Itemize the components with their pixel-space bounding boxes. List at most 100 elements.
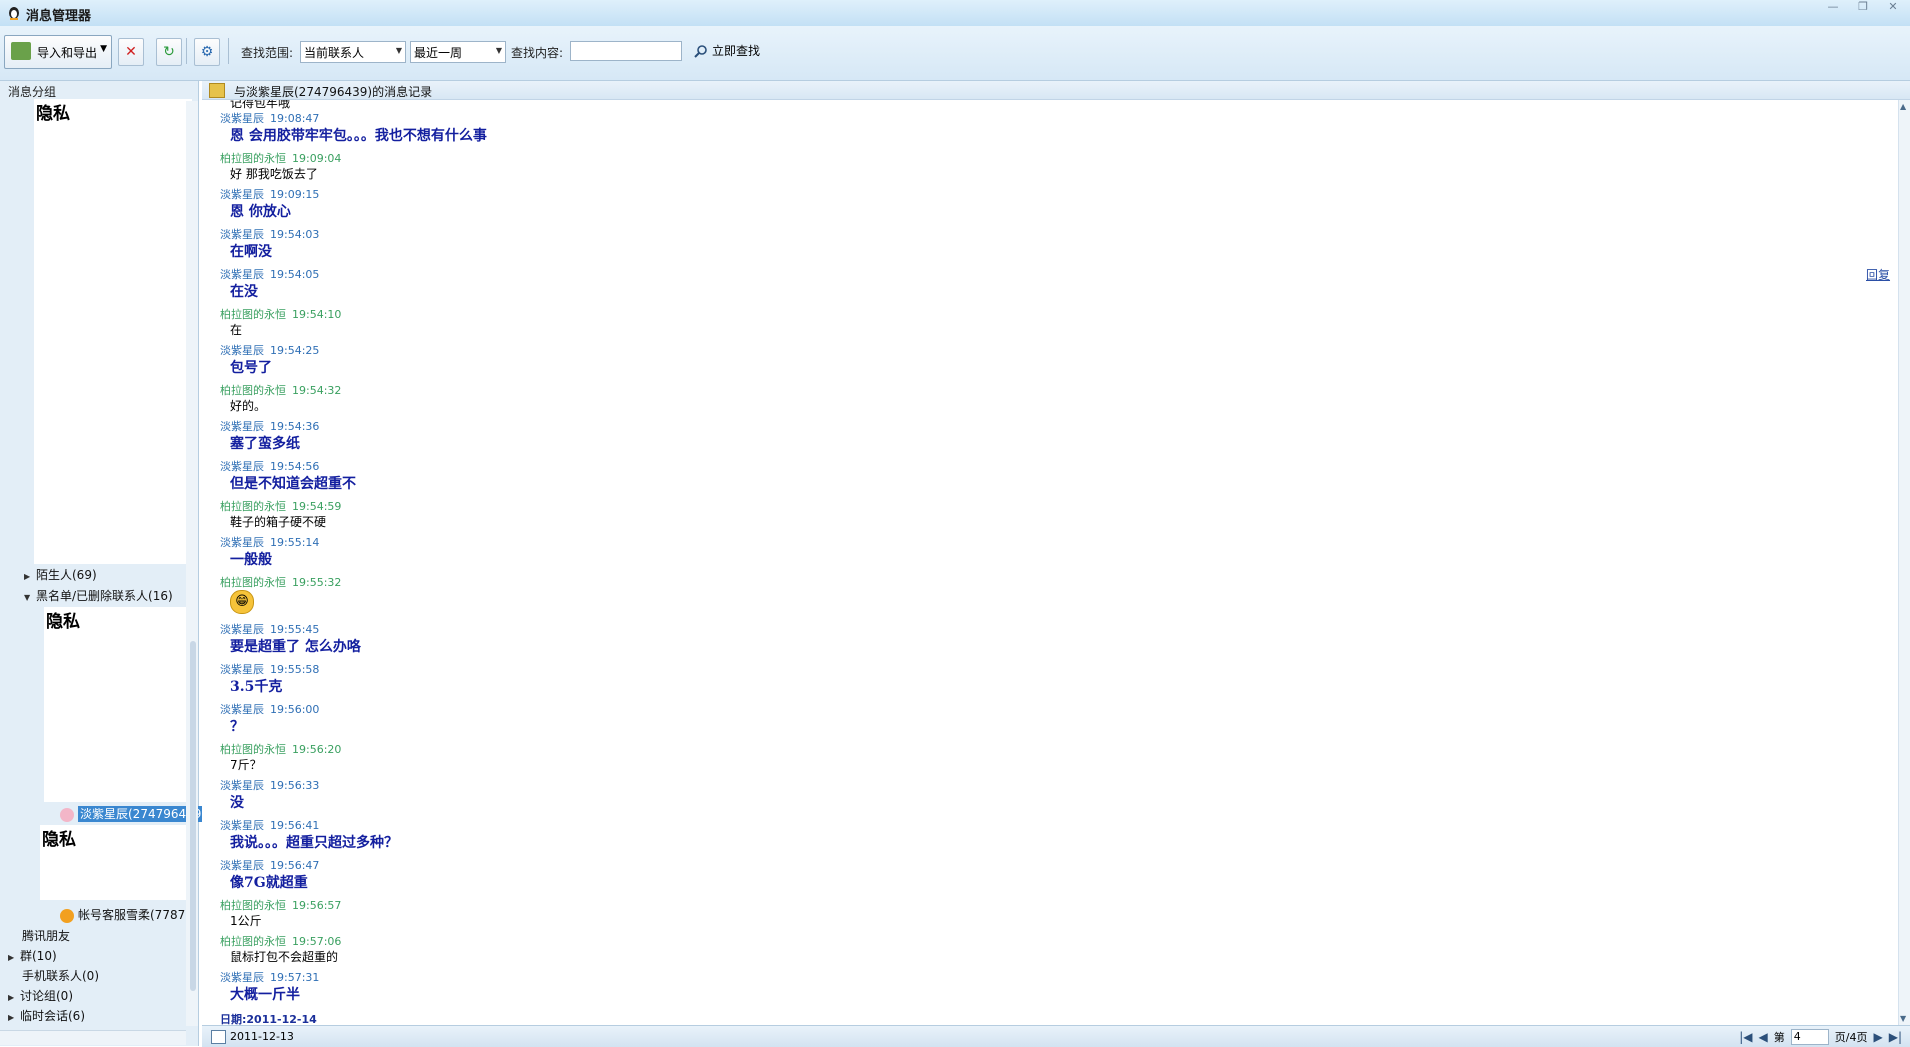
chat-record-icon <box>209 83 225 98</box>
chevron-down-icon: ▼ <box>495 46 502 55</box>
tree-label: 黑名单/已删除联系人(16) <box>36 589 173 603</box>
tree-label: 腾讯朋友 <box>22 929 71 943</box>
message-time: 19:55:58 <box>270 663 320 676</box>
tree-label: 手机联系人(0) <box>22 969 99 983</box>
privacy-label: 隐私 <box>36 104 70 124</box>
sender-name: 柏拉图的永恒 <box>220 384 286 397</box>
last-page-icon[interactable]: ▶| <box>1889 1030 1902 1044</box>
privacy-mask: 隐私 <box>44 607 194 802</box>
message-text: 我说。。。超重只超过多种？ <box>230 835 398 851</box>
message-text: 但是不知道会超重不 <box>230 476 356 492</box>
penguin-icon <box>60 908 74 923</box>
message-text: 1公斤 <box>230 914 262 928</box>
scope-select[interactable]: 当前联系人 ▼ <box>300 41 406 63</box>
message-text: 鞋子的箱子硬不硬 <box>230 515 327 529</box>
message-settings-icon[interactable]: ⚙ <box>194 38 220 66</box>
close-button[interactable]: ✕ <box>1882 0 1904 14</box>
next-page-icon[interactable]: ▶ <box>1873 1030 1882 1044</box>
sender-name: 柏拉图的永恒 <box>220 576 286 589</box>
tree-item-strangers[interactable]: ▶ 陌生人(69) <box>24 566 97 583</box>
prev-page-icon[interactable]: ◀ <box>1759 1030 1768 1044</box>
tree-item-tencent-friends[interactable]: 腾讯朋友 <box>22 927 70 944</box>
message-header: 淡紫星辰 19:54:03 <box>220 226 319 242</box>
sender-name: 柏拉图的永恒 <box>220 152 286 165</box>
tree-label: 陌生人(69) <box>36 568 97 582</box>
privacy-label: 隐私 <box>42 830 76 850</box>
message-time: 19:54:05 <box>270 268 320 281</box>
tree-item-temp-chat[interactable]: ▶ 临时会话(6) <box>8 1007 85 1024</box>
contact-item-selected[interactable]: 淡紫星辰(274796439 <box>60 805 204 822</box>
refresh-icon[interactable]: ↻ <box>156 38 182 66</box>
period-select[interactable]: 最近一周 ▼ <box>410 41 506 63</box>
search-now-label: 立即查找 <box>712 44 761 58</box>
message-time: 19:54:10 <box>292 308 342 321</box>
expand-icon: ▶ <box>8 1013 15 1022</box>
search-input[interactable] <box>570 41 682 61</box>
message-text: ？ <box>230 719 244 735</box>
message-time: 19:09:04 <box>292 152 342 165</box>
message-header: 淡紫星辰 19:56:33 <box>220 777 319 793</box>
message-time: 19:54:25 <box>270 344 320 357</box>
delete-icon[interactable]: ✕ <box>118 38 144 66</box>
search-icon <box>694 44 707 58</box>
minimize-button[interactable]: — <box>1822 0 1844 14</box>
message-text: 像7G就超重 <box>230 875 308 891</box>
scroll-up-icon[interactable]: ▲ <box>1900 102 1906 111</box>
sender-name: 淡紫星辰 <box>220 859 264 872</box>
sender-name: 淡紫星辰 <box>220 819 264 832</box>
message-header: 柏拉图的永恒 19:54:10 <box>220 306 341 322</box>
sender-name: 淡紫星辰 <box>220 703 264 716</box>
contact-item-service[interactable]: 帐号客服雪柔(77873 <box>60 906 193 923</box>
toolbar: 导入和导出 ▼ ✕ ↻ ⚙ 查找范围: 当前联系人 ▼ 最近一周 ▼ 查找内容:… <box>0 26 1910 81</box>
window-title: 消息管理器 <box>26 9 92 24</box>
message-header: 淡紫星辰 19:54:36 <box>220 418 319 434</box>
message-text: 要是超重了 怎么办咯 <box>230 639 361 655</box>
page-suffix: 页/4页 <box>1834 1031 1868 1044</box>
search-now-button[interactable]: 立即查找 <box>694 42 760 59</box>
first-page-icon[interactable]: |◀ <box>1739 1030 1752 1044</box>
message-header: 淡紫星辰 19:54:25 <box>220 342 319 358</box>
message-time: 19:56:00 <box>270 703 320 716</box>
tree-item-groups[interactable]: ▶ 群(10) <box>8 947 57 964</box>
calendar-icon[interactable] <box>211 1030 226 1044</box>
message-header: 柏拉图的永恒 19:56:57 <box>220 897 341 913</box>
sender-name: 柏拉图的永恒 <box>220 899 286 912</box>
import-export-icon <box>11 42 31 60</box>
tree-item-mobile-contacts[interactable]: 手机联系人(0) <box>22 967 99 984</box>
sender-name: 淡紫星辰 <box>220 228 264 241</box>
chat-header: 与淡紫星辰(274796439)的消息记录 <box>202 81 1910 100</box>
message-text: 7斤？ <box>230 758 262 772</box>
message-header: 淡紫星辰 19:56:47 <box>220 857 319 873</box>
message-time: 19:54:59 <box>292 500 342 513</box>
tree-label: 群(10) <box>20 949 57 963</box>
penguin-app-icon <box>9 7 19 20</box>
message-text: 在 <box>230 323 243 337</box>
sender-name: 淡紫星辰 <box>220 779 264 792</box>
message-scrollbar[interactable]: ▲ ▼ <box>1898 100 1910 1025</box>
message-text: 好的。 <box>230 399 267 413</box>
message-text: 没 <box>230 795 244 811</box>
message-text: 在没 <box>230 284 258 300</box>
privacy-label: 隐私 <box>46 612 80 632</box>
period-value: 最近一周 <box>414 46 463 60</box>
sender-name: 淡紫星辰 <box>220 420 264 433</box>
message-header: 淡紫星辰 19:55:14 <box>220 534 319 550</box>
sidebar-scroll-thumb[interactable] <box>190 641 196 991</box>
sender-name: 淡紫星辰 <box>220 344 264 357</box>
page-prefix: 第 <box>1773 1031 1785 1044</box>
sidebar-horizontal-scrollbar[interactable] <box>0 1030 186 1045</box>
message-time: 19:56:33 <box>270 779 320 792</box>
maximize-button[interactable]: ❐ <box>1852 0 1874 14</box>
message-header: 柏拉图的永恒 19:54:59 <box>220 498 341 514</box>
message-header: 淡紫星辰 19:54:05 <box>220 266 319 282</box>
contact-label: 淡紫星辰(274796439 <box>78 806 204 822</box>
sender-name: 淡紫星辰 <box>220 460 264 473</box>
scroll-down-icon[interactable]: ▼ <box>1900 1014 1906 1023</box>
page-number-input[interactable]: 4 <box>1790 1029 1829 1045</box>
tree-item-blacklist[interactable]: ▼ 黑名单/已删除联系人(16) <box>24 587 173 604</box>
reply-link[interactable]: 回复 <box>1866 266 1890 283</box>
sender-name: 淡紫星辰 <box>220 268 264 281</box>
title-bar: 消息管理器 — ❐ ✕ <box>0 0 1910 26</box>
tree-item-discussion[interactable]: ▶ 讨论组(0) <box>8 987 73 1004</box>
import-export-button[interactable]: 导入和导出 ▼ <box>4 35 112 69</box>
